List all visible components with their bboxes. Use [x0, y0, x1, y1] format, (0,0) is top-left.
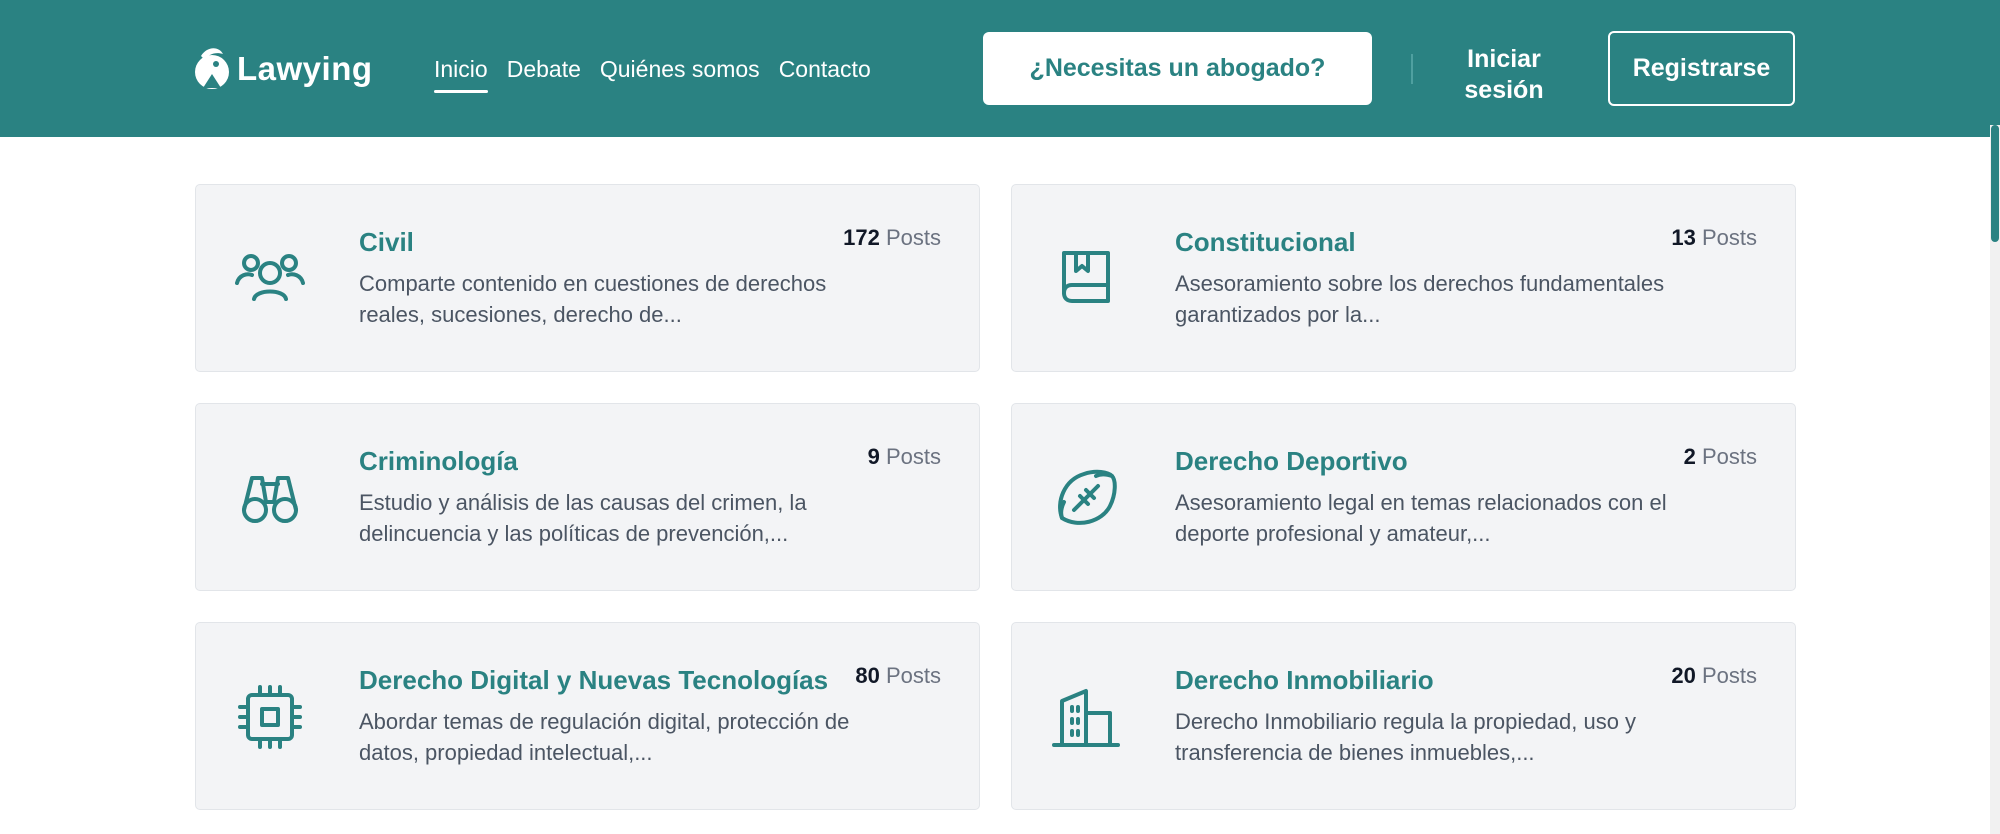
category-card-derecho-deportivo[interactable]: Derecho Deportivo 2 Posts Asesoramiento … [1011, 403, 1796, 591]
register-button[interactable]: Registrarse [1608, 31, 1795, 106]
category-card-derecho-digital[interactable]: Derecho Digital y Nuevas Tecnologías 80 … [195, 622, 980, 810]
category-description: Abordar temas de regulación digital, pro… [359, 709, 850, 765]
nav-contacto[interactable]: Contacto [779, 56, 871, 89]
post-count-number: 9 [867, 444, 880, 469]
post-count-number: 172 [843, 225, 880, 250]
post-count-label: Posts [885, 663, 941, 688]
site-header: Lawying Inicio Debate Quiénes somos Cont… [0, 0, 2000, 137]
building-icon [1050, 685, 1122, 749]
category-title[interactable]: Derecho Digital y Nuevas Tecnologías [359, 665, 828, 696]
binoculars-icon [234, 466, 306, 530]
post-count: 2 Posts [1684, 444, 1757, 470]
category-title[interactable]: Criminología [359, 446, 518, 477]
scrollbar-thumb[interactable] [1991, 125, 1999, 242]
post-count-number: 2 [1683, 444, 1696, 469]
category-description: Derecho Inmobiliario regula la propiedad… [1175, 709, 1637, 765]
post-count-label: Posts [1701, 444, 1757, 469]
post-count-number: 13 [1671, 225, 1696, 250]
post-count: 20 Posts [1671, 663, 1757, 689]
category-card-derecho-inmobiliario[interactable]: Derecho Inmobiliario 20 Posts Derecho In… [1011, 622, 1796, 810]
main-nav: Inicio Debate Quiénes somos Contacto [434, 56, 871, 93]
logo-text: Lawying [237, 50, 373, 87]
logo[interactable]: Lawying [193, 44, 373, 94]
book-icon [1050, 247, 1122, 311]
category-description: Asesoramiento legal en temas relacionado… [1175, 490, 1667, 546]
login-label-line2: sesión [1464, 76, 1544, 104]
category-title[interactable]: Derecho Inmobiliario [1175, 665, 1434, 696]
category-description: Estudio y análisis de las causas del cri… [359, 490, 807, 546]
post-count-label: Posts [885, 225, 941, 250]
post-count: 80 Posts [855, 663, 941, 689]
post-count-label: Posts [1701, 225, 1757, 250]
category-title[interactable]: Civil [359, 227, 414, 258]
need-lawyer-button[interactable]: ¿Necesitas un abogado? [983, 32, 1372, 105]
category-description: Asesoramiento sobre los derechos fundame… [1175, 271, 1665, 327]
post-count-label: Posts [885, 444, 941, 469]
category-card-constitucional[interactable]: Constitucional 13 Posts Asesoramiento so… [1011, 184, 1796, 372]
users-icon [234, 247, 306, 311]
category-card-criminologia[interactable]: Criminología 9 Posts Estudio y análisis … [195, 403, 980, 591]
nav-quienes-somos[interactable]: Quiénes somos [600, 56, 760, 89]
post-count: 172 Posts [843, 225, 941, 251]
post-count: 9 Posts [868, 444, 941, 470]
football-icon [1050, 466, 1122, 530]
logo-icon [195, 48, 229, 89]
nav-debate[interactable]: Debate [507, 56, 581, 89]
category-title[interactable]: Constitucional [1175, 227, 1356, 258]
post-count-label: Posts [1701, 663, 1757, 688]
category-description: Comparte contenido en cuestiones de dere… [359, 271, 827, 327]
login-label-line1: Iniciar [1467, 45, 1541, 73]
nav-inicio[interactable]: Inicio [434, 56, 488, 93]
header-divider [1411, 54, 1413, 84]
cpu-chip-icon [234, 685, 306, 749]
category-title[interactable]: Derecho Deportivo [1175, 446, 1408, 477]
post-count-number: 20 [1671, 663, 1696, 688]
post-count: 13 Posts [1671, 225, 1757, 251]
post-count-number: 80 [855, 663, 880, 688]
login-button[interactable]: Iniciar sesión [1424, 44, 1584, 106]
category-card-civil[interactable]: Civil 172 Posts Comparte contenido en cu… [195, 184, 980, 372]
